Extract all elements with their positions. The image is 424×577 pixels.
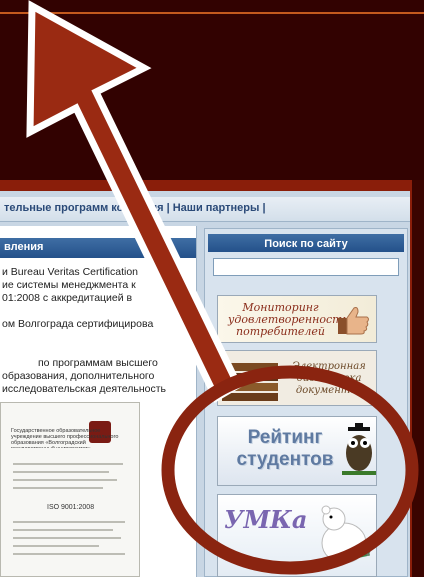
- banner-rating[interactable]: Рейтинг студентов: [217, 416, 377, 486]
- certificate-title: Государственное образовательное учрежден…: [11, 428, 119, 448]
- search-input[interactable]: [213, 258, 399, 276]
- section-heading-text: вления: [4, 241, 44, 253]
- thumbs-up-icon: [338, 307, 369, 335]
- bear-icon: [308, 505, 370, 569]
- content-line: по программам высшего: [38, 357, 158, 369]
- search-heading: Поиск по сайту: [208, 234, 404, 252]
- banner-text: Мониторинг удовлетворенности потребителе…: [228, 301, 350, 338]
- content-line: и Bureau Veritas Certification: [2, 266, 139, 278]
- content-line: 01:2008 с аккредитацией в: [2, 292, 133, 304]
- new-label: new: [346, 545, 372, 559]
- banner-library[interactable]: Электронная библиотека документов: [217, 350, 377, 406]
- frame-right-edge: [412, 180, 424, 577]
- certificate-image[interactable]: Государственное образовательное учрежден…: [0, 402, 140, 577]
- banner-text: УМКа: [224, 505, 308, 534]
- content-line: ом Волгограда сертифицирова: [2, 318, 154, 330]
- banner-text: Электронная библиотека документов: [292, 361, 366, 396]
- owl-icon: [342, 423, 376, 475]
- certificate-iso: ISO 9001:2008: [47, 504, 95, 511]
- content-line: ие системы менеджмента к: [2, 279, 136, 291]
- banner-umka[interactable]: УМКа new: [217, 494, 377, 577]
- banner-text: Рейтинг студентов: [236, 427, 334, 470]
- section-heading: вления: [0, 238, 196, 258]
- search-heading-text: Поиск по сайту: [264, 238, 348, 250]
- header-divider: [0, 12, 424, 14]
- content-line: образования, дополнительного: [2, 370, 155, 382]
- content-line: исследовательская деятельность: [2, 383, 167, 395]
- banner-monitoring[interactable]: Мониторинг удовлетворенности потребителе…: [217, 295, 377, 343]
- site-header: [0, 0, 424, 180]
- top-nav: тельные программ комиссия | Наши партнер…: [0, 197, 410, 222]
- books-icon: [222, 363, 278, 401]
- nav-links[interactable]: тельные программ комиссия | Наши партнер…: [4, 202, 266, 214]
